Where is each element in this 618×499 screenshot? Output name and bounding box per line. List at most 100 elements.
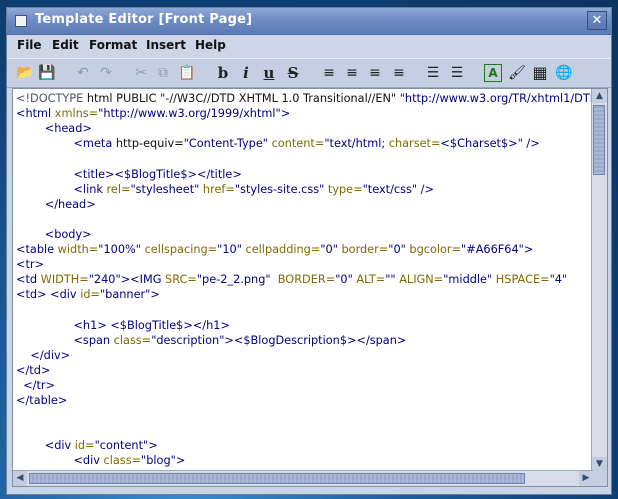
code-token: cellpadding=: [245, 243, 321, 256]
code-token: "content">: [94, 439, 158, 453]
toolbar: 📂 💾 ↶ ↷ ✂ ⧉ 📋 b i u S ≡ ≡ ≡ ≡ ☰ ☰ A 🖌 ▦ …: [7, 58, 611, 88]
cut-icon[interactable]: ✂: [131, 63, 151, 83]
menu-help[interactable]: Help: [195, 38, 226, 52]
code-token: <tr>: [16, 258, 45, 272]
underline-button[interactable]: u: [259, 63, 279, 83]
align-right-icon[interactable]: ≡: [365, 63, 385, 83]
scroll-left-arrow[interactable]: ◀: [13, 471, 27, 486]
code-token: "http://www.w3.org/TR/xhtml1/DTD/xhtml1-…: [399, 92, 593, 105]
bulleted-list-icon[interactable]: ☰: [423, 63, 443, 83]
code-token: "0": [335, 273, 357, 287]
code-line: <td WIDTH="240"><IMG SRC="pe-2_2.png" BO…: [16, 272, 567, 287]
code-token: <!DOCTYPE: [16, 92, 87, 105]
code-token: "description">: [151, 333, 234, 347]
code-token: "#A66F64">: [461, 243, 534, 256]
insert-image-icon[interactable]: 🖌: [507, 63, 527, 83]
save-icon[interactable]: 💾: [37, 63, 57, 83]
code-token: charset=: [388, 137, 441, 151]
copy-icon[interactable]: ⧉: [153, 63, 173, 83]
code-editor[interactable]: <!DOCTYPE html PUBLIC "-//W3C//DTD XHTML…: [13, 89, 593, 471]
code-token: </tr>: [23, 378, 55, 392]
code-token: "10": [217, 243, 246, 256]
vertical-scrollbar[interactable]: ▲ ▼: [591, 89, 607, 471]
code-token: <$Charset$>" />: [440, 137, 540, 151]
code-line: <body>: [16, 227, 92, 242]
code-token: type=: [327, 182, 363, 196]
code-line: <link rel="stylesheet" href="styles-site…: [16, 182, 433, 197]
align-left-icon[interactable]: ≡: [319, 63, 339, 83]
bold-button[interactable]: b: [213, 63, 233, 83]
code-token: "banner">: [99, 288, 160, 302]
scroll-down-arrow[interactable]: ▼: [592, 457, 607, 471]
code-line: </tr>: [16, 378, 55, 393]
code-line: <div class="blog">: [16, 453, 185, 468]
code-token: id=: [80, 288, 100, 302]
scroll-up-arrow[interactable]: ▲: [592, 89, 607, 103]
code-token: ALT=: [356, 273, 386, 287]
italic-button[interactable]: i: [236, 63, 256, 83]
code-token: "stylesheet": [130, 182, 203, 196]
code-token: SRC=: [165, 273, 197, 287]
undo-icon[interactable]: ↶: [73, 63, 93, 83]
code-token: <IMG: [130, 273, 166, 287]
insert-link-icon[interactable]: 🌐: [554, 63, 574, 83]
code-token: <div: [73, 454, 104, 468]
code-token: </head>: [44, 197, 96, 211]
menu-insert[interactable]: Insert: [146, 38, 186, 52]
numbered-list-icon[interactable]: ☰: [447, 63, 467, 83]
code-token: <title><$BlogTitle$></title>: [73, 167, 242, 181]
code-token: <h1> <$BlogTitle$></h1>: [73, 318, 230, 332]
code-token: <div: [50, 288, 81, 302]
insert-table-icon[interactable]: ▦: [530, 63, 550, 83]
code-token: <html: [16, 107, 55, 121]
close-button[interactable]: ✕: [587, 11, 607, 30]
code-token: width=: [57, 243, 99, 256]
insert-anchor-icon[interactable]: A: [484, 64, 502, 82]
code-token: rel=: [106, 182, 131, 196]
menu-edit[interactable]: Edit: [52, 38, 79, 52]
code-token: "pe-2_2.png": [196, 273, 278, 287]
template-editor-window: Template Editor [Front Page] ✕ File Edit…: [6, 7, 612, 495]
menu-format[interactable]: Format: [89, 38, 137, 52]
code-token: "blog">: [141, 454, 186, 468]
code-line: <title><$BlogTitle$></title>: [16, 167, 242, 182]
code-token: bgcolor=: [409, 243, 462, 256]
align-center-icon[interactable]: ≡: [342, 63, 362, 83]
open-folder-icon[interactable]: 📂: [15, 63, 35, 83]
horizontal-scrollbar[interactable]: ◀ ▶: [13, 470, 593, 486]
align-justify-icon[interactable]: ≡: [389, 63, 409, 83]
title-bar[interactable]: Template Editor [Front Page] ✕: [7, 8, 611, 35]
code-token: xmlns=: [54, 107, 99, 121]
code-token: "0": [320, 243, 342, 256]
code-token: cellspacing=: [144, 243, 218, 256]
code-token: </div>: [30, 348, 71, 362]
code-line: <html xmlns="http://www.w3.org/1999/xhtm…: [16, 106, 290, 121]
horizontal-scroll-thumb[interactable]: [29, 473, 525, 484]
code-token: <table: [16, 243, 58, 256]
strikethrough-button[interactable]: S: [283, 63, 303, 83]
code-token: id=: [74, 439, 95, 453]
code-line: <table width="100%" cellspacing="10" cel…: [16, 242, 533, 257]
code-line: </div>: [16, 348, 70, 363]
code-line: <tr>: [16, 257, 44, 272]
editor-frame: <!DOCTYPE html PUBLIC "-//W3C//DTD XHTML…: [12, 88, 608, 487]
menu-file[interactable]: File: [17, 38, 42, 52]
code-token: WIDTH=: [40, 273, 89, 287]
vertical-scroll-thumb[interactable]: [593, 105, 605, 175]
code-token: http-equiv=: [115, 137, 184, 151]
paste-icon[interactable]: 📋: [177, 63, 197, 83]
code-token: "4": [549, 273, 568, 287]
code-line: </td>: [16, 363, 50, 378]
redo-icon[interactable]: ↷: [96, 63, 116, 83]
scroll-right-arrow[interactable]: ▶: [579, 471, 593, 486]
code-token: content=: [271, 137, 325, 151]
